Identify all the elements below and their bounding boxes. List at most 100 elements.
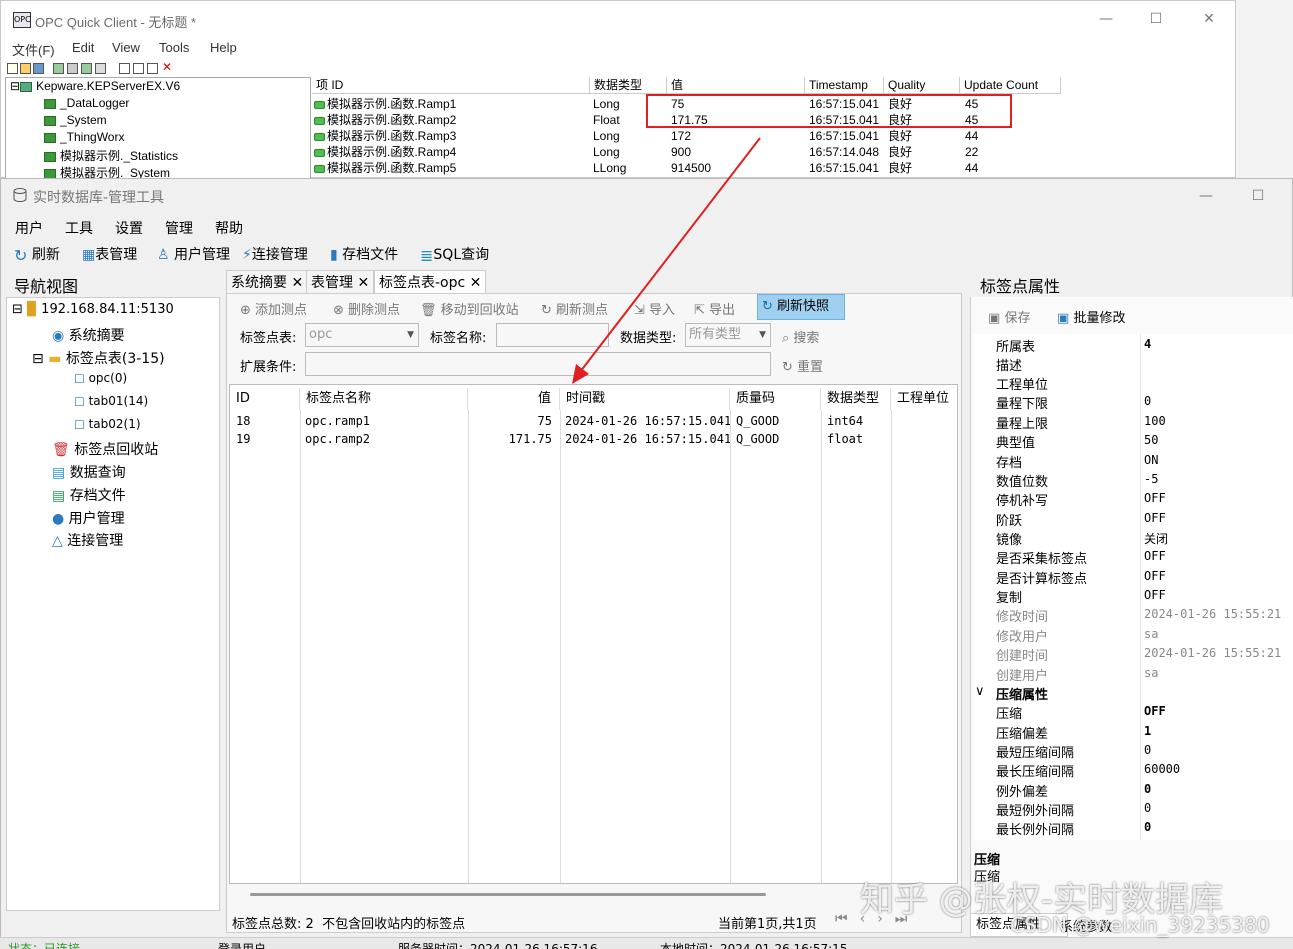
minimize-icon[interactable]: — (1096, 9, 1116, 29)
copy-icon[interactable] (133, 63, 144, 74)
col-value[interactable]: 值 (667, 77, 805, 94)
nav-data-query[interactable]: ▤ 数据查询 (52, 462, 126, 482)
grid-cell-timestamp[interactable]: 2024-01-26 16:57:15.041 (565, 432, 731, 446)
prop-value[interactable]: 1 (1144, 724, 1151, 738)
opc-menu-file[interactable]: 文件(F) (12, 40, 55, 59)
tab-system-summary[interactable]: 系统摘要 ✕ (226, 270, 309, 294)
col-update-count[interactable]: Update Count (960, 77, 1061, 94)
refresh-button[interactable]: ↻ 刷新 (14, 244, 60, 265)
new-server-icon[interactable] (53, 63, 64, 74)
new-icon[interactable] (7, 63, 18, 74)
nav-summary[interactable]: ◉ 系统摘要 (52, 325, 125, 345)
new-item-icon[interactable] (81, 63, 92, 74)
cut-icon[interactable] (119, 63, 130, 74)
grid-cell-value[interactable]: 75 (468, 414, 552, 428)
prop-value[interactable]: OFF (1144, 491, 1166, 505)
opc-menu-tools[interactable]: Tools (159, 40, 189, 55)
props-batch-edit-button[interactable]: ▣ 批量修改 (1057, 307, 1125, 326)
col-quality[interactable]: Quality (884, 77, 960, 94)
grid-cell-name[interactable]: opc.ramp2 (305, 432, 370, 446)
prop-value[interactable]: OFF (1144, 511, 1166, 525)
chevron-down-icon[interactable]: ∨ (975, 684, 985, 699)
prop-value[interactable]: 0 (1144, 782, 1151, 796)
archive-button[interactable]: ▮ 存档文件 (330, 244, 398, 264)
grid-col-name[interactable]: 标签点名称 (300, 388, 468, 410)
nav-tag-table[interactable]: ⊟ ▬ 标签点表(3-15) (32, 348, 165, 368)
prop-value[interactable]: OFF (1144, 588, 1166, 602)
prop-value[interactable]: 4 (1144, 337, 1151, 351)
maximize-icon[interactable]: ☐ (1146, 9, 1166, 29)
delete-point-button[interactable]: ⊗ 删除测点 (333, 299, 400, 318)
tab-table-manage[interactable]: 表管理 ✕ (306, 270, 375, 294)
sql-query-button[interactable]: ≣SQL查询 (420, 244, 489, 265)
close-tab-icon[interactable]: ✕ (470, 275, 482, 291)
nav-table-tab02[interactable]: ☐ tab02(1) (74, 417, 141, 432)
table-manage-button[interactable]: ▦表管理 (82, 244, 137, 264)
tab-tag-table-opc[interactable]: 标签点表-opc ✕ (374, 270, 487, 294)
opc-menu-view[interactable]: View (112, 40, 140, 55)
grid-col-unit[interactable]: 工程单位 (891, 388, 957, 410)
search-button[interactable]: ⌕ 搜索 (782, 327, 819, 346)
close-tab-icon[interactable]: ✕ (357, 275, 369, 291)
prop-value[interactable]: 关闭 (1144, 530, 1168, 547)
grid-cell-quality[interactable]: Q_GOOD (736, 414, 779, 428)
open-icon[interactable] (20, 63, 31, 74)
grid-cell-value[interactable]: 171.75 (468, 432, 552, 446)
opc-row-item[interactable]: 模拟器示例.函数.Ramp2 (314, 112, 456, 128)
main-maximize-icon[interactable]: ☐ (1248, 186, 1268, 206)
nav-users[interactable]: ● 用户管理 (52, 508, 125, 528)
grid-cell-quality[interactable]: Q_GOOD (736, 432, 779, 446)
opc-row-item[interactable]: 模拟器示例.函数.Ramp4 (314, 144, 456, 160)
grid-cell-name[interactable]: opc.ramp1 (305, 414, 370, 428)
tree-item-root[interactable]: ⊟ Kepware.KEPServerEX.V6 (10, 79, 180, 93)
prop-value[interactable]: OFF (1144, 569, 1166, 583)
paste-icon[interactable] (147, 63, 158, 74)
nav-table-tab01[interactable]: ☐ tab01(14) (74, 394, 148, 409)
col-type[interactable]: 数据类型 (590, 77, 667, 94)
opc-row-item[interactable]: 模拟器示例.函数.Ramp5 (314, 160, 456, 176)
grid-col-value[interactable]: 值 (468, 388, 560, 410)
compress-group-title[interactable]: 压缩属性 (996, 684, 1048, 703)
prop-value[interactable]: 0 (1144, 743, 1151, 757)
new-group-icon[interactable] (67, 63, 78, 74)
menu-tools[interactable]: 工具 (65, 218, 93, 238)
grid-cell-timestamp[interactable]: 2024-01-26 16:57:15.041 (565, 414, 731, 428)
tree-item[interactable]: 模拟器示例._Statistics (44, 147, 178, 164)
add-point-button[interactable]: ⊕ 添加测点 (240, 299, 307, 318)
tree-item[interactable]: _DataLogger (44, 96, 129, 110)
refresh-snapshot-button[interactable]: ↻ 刷新快照 (757, 294, 845, 320)
table-select[interactable]: opc ▼ (305, 323, 419, 347)
grid-col-timestamp[interactable]: 时间戳 (560, 388, 730, 410)
col-timestamp[interactable]: Timestamp (805, 77, 884, 94)
opc-row-item[interactable]: 模拟器示例.函数.Ramp1 (314, 96, 456, 112)
prop-value[interactable]: 0 (1144, 394, 1151, 408)
save-icon[interactable] (33, 63, 44, 74)
delete-icon[interactable]: ✕ (162, 60, 172, 74)
horizontal-scrollbar[interactable] (250, 893, 766, 896)
reset-button[interactable]: ↻ 重置 (782, 356, 823, 375)
prop-value[interactable]: 0 (1144, 801, 1151, 815)
connection-manage-button[interactable]: ⚡连接管理 (242, 244, 308, 264)
grid-col-id[interactable]: ID (230, 388, 300, 410)
prop-value[interactable]: 60000 (1144, 762, 1180, 776)
menu-settings[interactable]: 设置 (115, 218, 143, 238)
prop-value[interactable]: 0 (1144, 820, 1151, 834)
grid-cell-type[interactable]: float (827, 432, 863, 446)
menu-help[interactable]: 帮助 (215, 218, 243, 238)
user-manage-button[interactable]: ♙ 用户管理 (157, 244, 230, 264)
grid-cell-id[interactable]: 19 (236, 432, 250, 446)
tree-item[interactable]: _ThingWorx (44, 130, 124, 144)
nav-table-opc[interactable]: ☐ opc(0) (74, 371, 127, 386)
prop-value[interactable]: -5 (1144, 472, 1158, 486)
grid-cell-type[interactable]: int64 (827, 414, 863, 428)
props-save-button[interactable]: ▣ 保存 (988, 307, 1030, 326)
opc-menu-help[interactable]: Help (210, 40, 237, 55)
prop-value[interactable]: ON (1144, 453, 1158, 467)
col-item-id[interactable]: 项 ID (312, 77, 590, 94)
prop-value[interactable]: OFF (1144, 704, 1166, 718)
prop-value[interactable]: OFF (1144, 549, 1166, 563)
move-to-recycle-button[interactable]: 🗑 移动到回收站 (420, 299, 519, 318)
close-tab-icon[interactable]: ✕ (291, 275, 303, 291)
prop-value[interactable]: 50 (1144, 433, 1158, 447)
nav-archive[interactable]: ▤ 存档文件 (52, 485, 126, 505)
